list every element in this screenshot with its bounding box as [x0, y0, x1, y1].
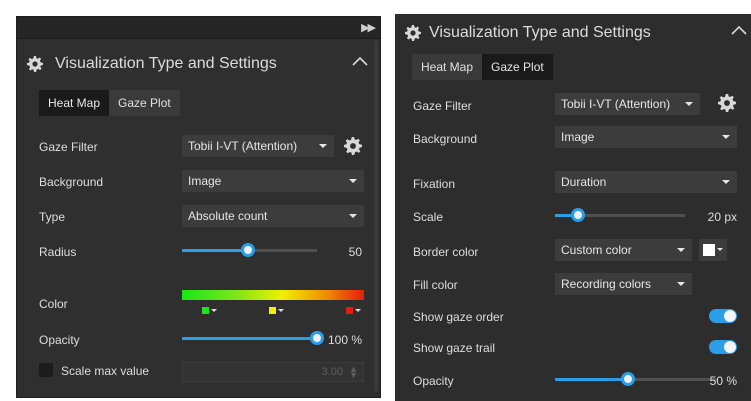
radius-value: 50: [348, 245, 362, 259]
double-chevron-right-icon[interactable]: ▶▶: [361, 21, 376, 34]
color-label: Color: [39, 297, 68, 311]
opacity-slider-fill: [555, 378, 628, 381]
color-stop-swatch: [202, 306, 209, 314]
color-stop-swatch: [269, 306, 276, 314]
opacity-label: Opacity: [39, 333, 80, 347]
border-color-swatch-button[interactable]: [699, 239, 727, 261]
tab-gaze-plot[interactable]: Gaze Plot: [109, 90, 180, 116]
opacity-value: 100 %: [327, 333, 362, 347]
chevron-down-icon: [722, 135, 730, 139]
color-stop-swatch: [346, 306, 353, 314]
tab-heat-map[interactable]: Heat Map: [412, 54, 483, 80]
border-color-select[interactable]: Custom color: [555, 239, 692, 261]
section-title: Visualization Type and Settings: [55, 55, 277, 72]
background-select[interactable]: Image: [555, 126, 737, 148]
fill-color-select[interactable]: Recording colors: [555, 273, 692, 295]
section-header[interactable]: Visualization Type and Settings: [17, 47, 380, 81]
spinner-arrows-icon[interactable]: ▲ ▼: [349, 365, 358, 380]
border-color-value: Custom color: [561, 243, 632, 257]
tab-gaze-plot[interactable]: Gaze Plot: [482, 54, 553, 80]
gaze-filter-value: Tobii I-VT (Attention): [188, 139, 298, 153]
opacity-label: Opacity: [413, 374, 454, 388]
scale-slider-knob[interactable]: [571, 208, 585, 222]
gear-icon: [27, 56, 43, 72]
chevron-up-icon[interactable]: [731, 24, 747, 36]
radius-label: Radius: [39, 245, 77, 259]
chevron-up-icon[interactable]: [352, 55, 368, 67]
left-settings-panel: ▶▶ Visualization Type and Settings Heat …: [16, 16, 381, 398]
scale-max-input[interactable]: 3.00 ▲ ▼: [182, 362, 364, 382]
chevron-down-icon: [349, 179, 357, 183]
border-color-label: Border color: [413, 245, 479, 259]
fixation-value: Duration: [561, 175, 607, 189]
radius-slider-knob[interactable]: [241, 243, 255, 257]
visualization-tabs: Heat Map Gaze Plot: [39, 90, 180, 116]
background-value: Image: [561, 130, 595, 144]
opacity-slider-knob[interactable]: [621, 372, 635, 386]
color-gradient-bar: [182, 290, 364, 300]
type-value: Absolute count: [188, 209, 268, 223]
chevron-down-icon: [355, 308, 361, 312]
scale-value: 20 px: [707, 210, 737, 224]
background-label: Background: [413, 132, 478, 146]
toggle-knob: [724, 310, 736, 322]
color-stop-green[interactable]: [202, 306, 217, 314]
chevron-down-icon: [722, 180, 730, 184]
chevron-down-icon: [211, 308, 217, 312]
gaze-filter-label: Gaze Filter: [413, 99, 472, 113]
gaze-filter-label: Gaze Filter: [39, 140, 98, 154]
fixation-label: Fixation: [413, 177, 456, 191]
opacity-slider-knob[interactable]: [310, 331, 324, 345]
type-select[interactable]: Absolute count: [182, 205, 364, 227]
show-gaze-trail-label: Show gaze trail: [413, 341, 496, 355]
gaze-filter-select[interactable]: Tobii I-VT (Attention): [555, 93, 700, 115]
scrollbar[interactable]: [374, 41, 378, 391]
scale-max-value: 3.00: [321, 366, 343, 378]
fill-color-value: Recording colors: [561, 277, 652, 291]
chevron-down-icon: [677, 248, 685, 252]
section-header[interactable]: Visualization Type and Settings: [395, 16, 751, 50]
gaze-filter-settings-gear-icon[interactable]: [718, 94, 736, 112]
tab-heat-map[interactable]: Heat Map: [39, 90, 110, 116]
show-gaze-trail-toggle[interactable]: [709, 340, 737, 354]
gear-icon: [405, 25, 421, 41]
chevron-down-icon: [717, 248, 723, 251]
chevron-down-icon: [349, 214, 357, 218]
opacity-value: 50 %: [709, 374, 737, 388]
color-stop-yellow[interactable]: [269, 306, 284, 314]
type-label: Type: [39, 210, 66, 224]
chevron-down-icon: [677, 282, 685, 286]
show-gaze-order-toggle[interactable]: [709, 309, 737, 323]
background-label: Background: [39, 175, 104, 189]
gaze-filter-settings-gear-icon[interactable]: [344, 137, 362, 155]
background-select[interactable]: Image: [182, 170, 364, 192]
scale-max-label: Scale max value: [61, 364, 150, 378]
right-settings-panel: Visualization Type and Settings Heat Map…: [395, 14, 751, 401]
gaze-filter-value: Tobii I-VT (Attention): [561, 97, 671, 111]
color-stop-red[interactable]: [346, 306, 361, 314]
background-value: Image: [188, 174, 222, 188]
radius-slider-fill: [182, 249, 248, 252]
toggle-knob: [724, 341, 736, 353]
chevron-down-icon: [319, 144, 327, 148]
chevron-down-icon: [685, 102, 693, 106]
gaze-filter-select[interactable]: Tobii I-VT (Attention): [182, 135, 334, 157]
scale-max-checkbox[interactable]: [39, 363, 53, 377]
border-color-swatch: [703, 244, 715, 256]
fixation-select[interactable]: Duration: [555, 171, 737, 193]
scale-label: Scale: [413, 210, 444, 224]
opacity-slider-fill: [182, 337, 317, 340]
section-title: Visualization Type and Settings: [429, 24, 651, 41]
visualization-tabs: Heat Map Gaze Plot: [412, 54, 553, 80]
panel-top-strip: ▶▶: [17, 17, 380, 39]
chevron-down-icon: [278, 308, 284, 312]
fill-color-label: Fill color: [413, 278, 458, 292]
show-gaze-order-label: Show gaze order: [413, 310, 504, 324]
